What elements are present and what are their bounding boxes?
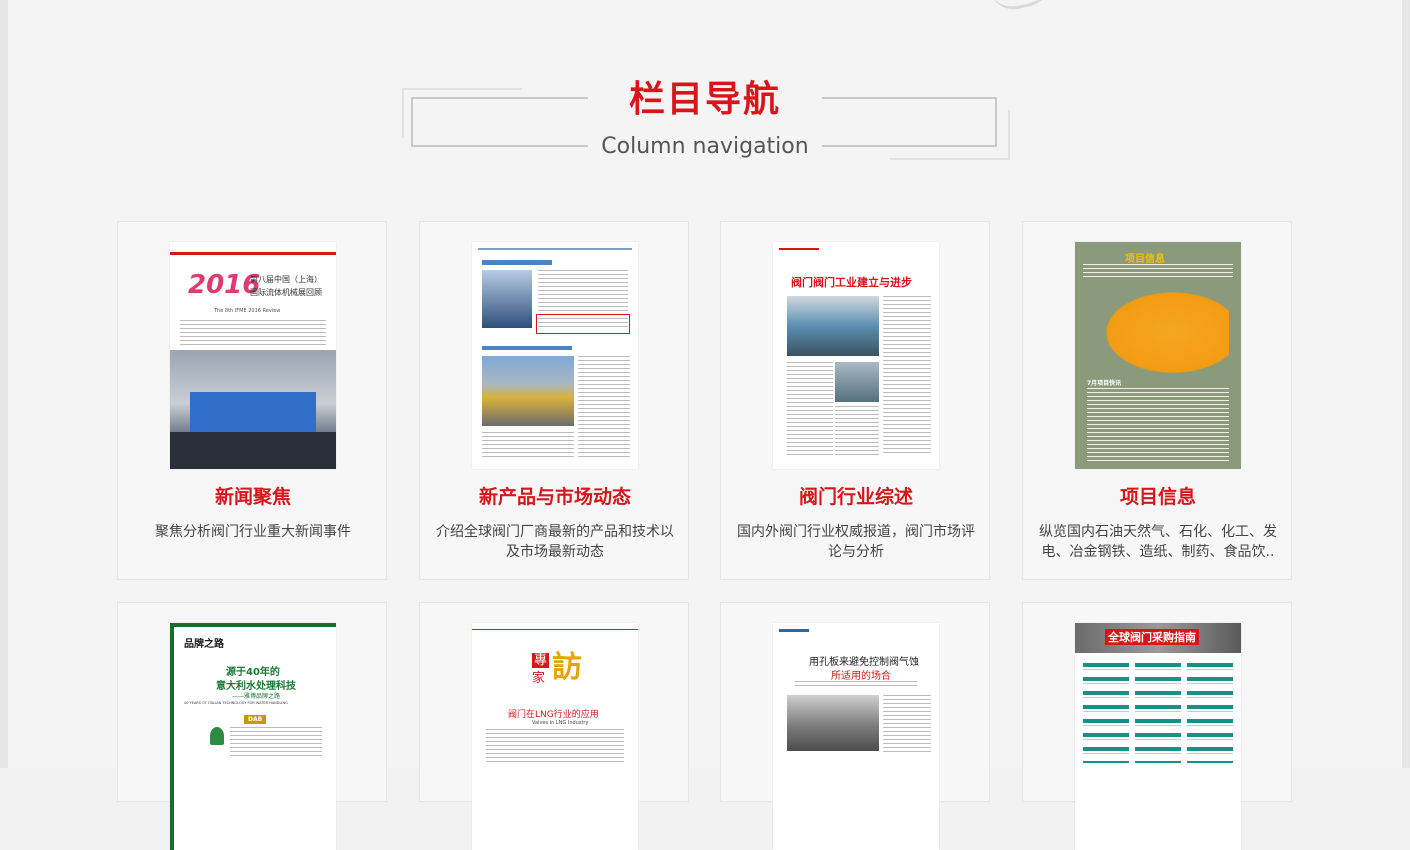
thumb-photo-person: [482, 270, 532, 328]
thumb-photo-valve: [482, 356, 574, 426]
thumb-line2: 所适用的场合: [831, 671, 891, 682]
column-card-news-focus[interactable]: 2016 第八届中国（上海） 国际流体机械展回顾 The 8th IFME 20…: [117, 221, 387, 580]
column-card-project-info[interactable]: 项目信息 7月项目快讯 项目信息 纵览国内石油天然气、石化、化工、发电、冶金钢铁…: [1022, 221, 1292, 580]
card-title[interactable]: 新产品与市场动态: [420, 484, 690, 510]
thumb-subtitle: [795, 681, 917, 689]
thumb-line1: 源于40年的: [226, 667, 280, 678]
thumb-headline: 阀门在LNG行业的应用: [508, 710, 599, 720]
right-border-strip: [1402, 0, 1410, 768]
thumb-callout-box: [536, 314, 630, 334]
section-subtitle: Column navigation: [601, 134, 809, 159]
card-description: 纵览国内石油天然气、石化、化工、发电、冶金钢铁、造纸、制药、食品饮..: [1039, 524, 1277, 560]
column-card-industry-review[interactable]: 阀门阀门工业建立与进步 阀门行业综述 国内外阀门行业权威报道，阀门市场评论与分析: [720, 221, 990, 580]
thumb-stamp-1: 專: [532, 653, 550, 668]
thumb-headline: 阀门阀门工业建立与进步: [791, 276, 912, 289]
thumb-heading-bar: [482, 260, 552, 265]
card-thumbnail[interactable]: 品牌之路 源于40年的 意大利水处理科技 ——雅博品牌之路 40 YEARS O…: [170, 623, 336, 850]
thumb-header-rule: [779, 629, 809, 632]
thumb-header-rule: [478, 248, 632, 250]
thumb-header-rule: [779, 248, 819, 250]
column-card-technical[interactable]: 用孔板来避免控制阀气蚀 所适用的场合: [720, 602, 990, 850]
thumb-stamp-3: 訪: [552, 650, 582, 685]
thumb-label: 项目信息: [1125, 254, 1165, 265]
card-description: 介绍全球阀门厂商最新的产品和技术以及市场最新动态: [436, 524, 674, 560]
thumb-body-text: [1087, 388, 1229, 462]
thumb-line3: ——雅博品牌之路: [232, 693, 281, 700]
card-thumbnail[interactable]: 專 家 訪 阀门在LNG行业的应用 Valves in LNG Industry: [472, 623, 638, 850]
thumb-body-text-3: [835, 406, 879, 456]
thumb-body-text-3: [482, 432, 574, 460]
thumb-body-text: [883, 296, 931, 456]
card-description: 国内外阀门行业权威报道，阀门市场评论与分析: [737, 524, 975, 560]
thumb-side-rule: [170, 623, 174, 850]
thumb-body-text: [883, 695, 931, 755]
card-title[interactable]: 新闻聚焦: [118, 484, 388, 510]
card-thumbnail[interactable]: 用孔板来避免控制阀气蚀 所适用的场合: [773, 623, 939, 850]
column-card-brand-road[interactable]: 品牌之路 源于40年的 意大利水处理科技 ——雅博品牌之路 40 YEARS O…: [117, 602, 387, 850]
thumb-header-rule: [472, 629, 638, 630]
card-thumbnail[interactable]: 项目信息 7月项目快讯: [1075, 242, 1241, 469]
column-card-new-products[interactable]: 新产品与市场动态 介绍全球阀门厂商最新的产品和技术以及市场最新动态: [419, 221, 689, 580]
column-card-buyers-guide[interactable]: 全球阀门采购指南: [1022, 602, 1292, 850]
column-card-expert-interview[interactable]: 專 家 訪 阀门在LNG行业的应用 Valves in LNG Industry: [419, 602, 689, 850]
thumb-body-text: [180, 320, 326, 346]
thumb-photo-machine: [835, 362, 879, 402]
thumb-headline: 全球阀门采购指南: [1105, 629, 1199, 645]
card-thumbnail[interactable]: [472, 242, 638, 469]
thumb-photo-gate: [190, 392, 316, 432]
thumb-line1: 第八届中国（上海）: [250, 275, 322, 284]
section-title: 栏目导航: [628, 79, 781, 120]
thumb-body-text: [486, 729, 624, 763]
thumb-china-map: [1089, 282, 1229, 374]
thumb-red-rule: [170, 252, 336, 255]
thumb-tree-icon: [210, 727, 224, 745]
thumb-line2: 意大利水处理科技: [216, 681, 296, 692]
thumb-top-rule: [170, 623, 336, 627]
thumb-table-col-1: [1083, 663, 1129, 763]
section-heading: 栏目导航 Column navigation: [400, 79, 1010, 164]
thumb-heading-bar-2: [482, 346, 572, 350]
thumb-photo-crowd: [170, 432, 336, 469]
thumb-header-text: [1083, 264, 1233, 278]
thumb-table-col-2: [1135, 663, 1181, 763]
thumb-headline: 用孔板来避免控制阀气蚀: [809, 657, 919, 668]
thumb-body-text-2: [787, 362, 833, 456]
card-title[interactable]: 阀门行业综述: [721, 484, 991, 510]
thumb-stamp-2: 家: [532, 671, 546, 686]
thumb-brand: 品牌之路: [184, 639, 224, 650]
card-description: 聚焦分析阀门行业重大新闻事件: [155, 524, 351, 540]
thumb-subheading: 7月项目快讯: [1087, 380, 1122, 387]
left-border-strip: [0, 0, 8, 768]
thumb-en: 40 YEARS OF ITALIAN TECHNOLOGY FOR WATER…: [184, 701, 288, 705]
thumb-body-text-2: [578, 356, 630, 460]
card-thumbnail[interactable]: 阀门阀门工业建立与进步: [773, 242, 939, 469]
thumb-table-col-3: [1187, 663, 1233, 763]
thumb-photo-plant: [787, 695, 879, 751]
card-title[interactable]: 项目信息: [1023, 484, 1293, 510]
thumb-subtitle: The 8th IFME 2016 Review: [214, 308, 281, 314]
thumb-en: Valves in LNG Industry: [532, 720, 589, 726]
thumb-logo: DAB: [244, 715, 267, 724]
card-thumbnail[interactable]: 全球阀门采购指南: [1075, 623, 1241, 850]
thumb-photo-factory: [787, 296, 879, 356]
thumb-body-text: [230, 727, 322, 757]
card-thumbnail[interactable]: 2016 第八届中国（上海） 国际流体机械展回顾 The 8th IFME 20…: [170, 242, 336, 469]
thumb-line2: 国际流体机械展回顾: [250, 288, 322, 297]
